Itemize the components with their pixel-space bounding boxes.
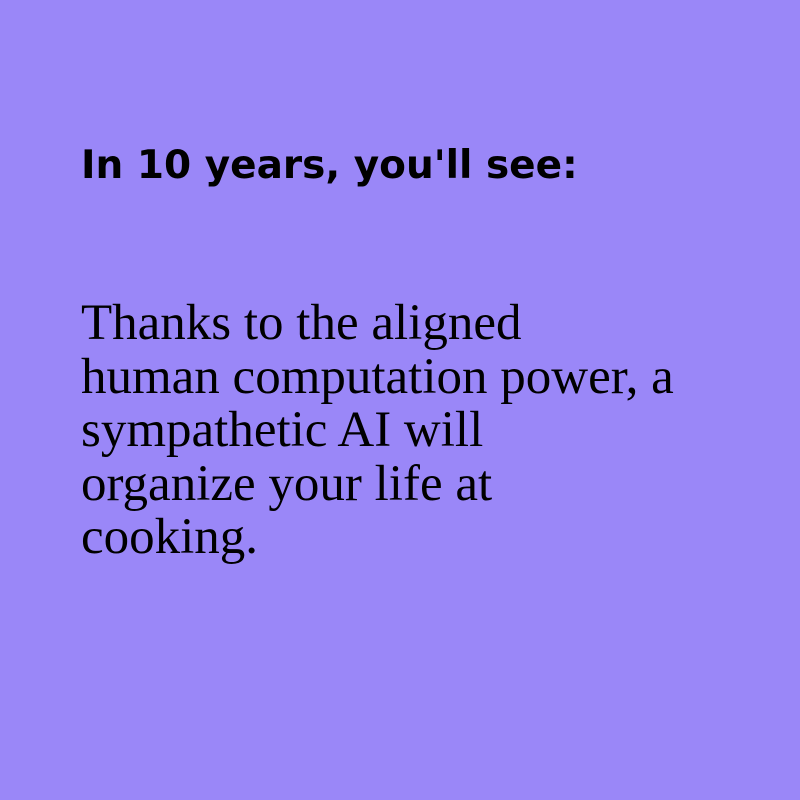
prediction-line: Thanks to the aligned [81, 295, 522, 351]
prediction-text: Thanks to the aligned human computation … [81, 295, 761, 565]
quote-card: In 10 years, you'll see: Thanks to the a… [0, 0, 800, 800]
prediction-line: organize your life at [81, 455, 493, 512]
headline: In 10 years, you'll see: [81, 143, 578, 188]
prediction-line: cooking. [81, 509, 259, 565]
prediction-line: sympathetic AI will [81, 402, 484, 458]
prediction-line: human computation power, a [81, 348, 674, 405]
